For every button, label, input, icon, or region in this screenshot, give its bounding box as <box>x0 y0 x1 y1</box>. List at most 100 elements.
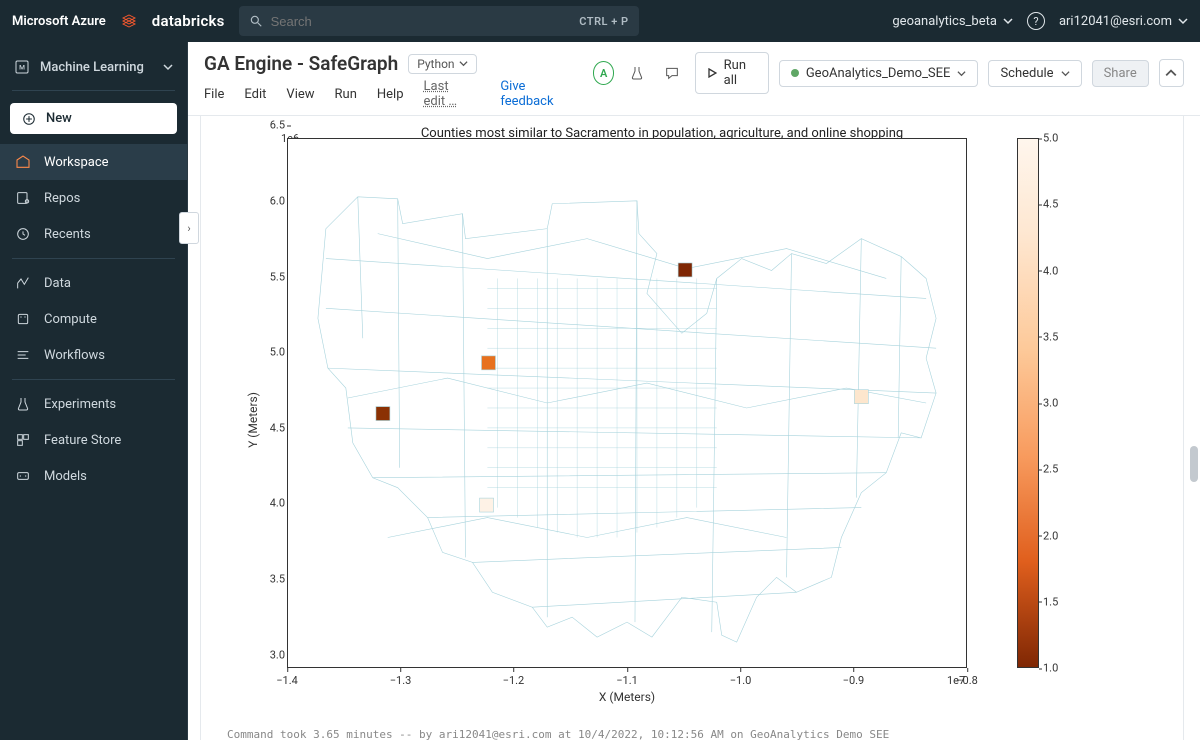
cb-tick: 4.5 <box>1043 198 1058 211</box>
menu-edit[interactable]: Edit <box>244 87 266 102</box>
data-icon <box>14 274 32 292</box>
highlighted-county <box>480 498 494 512</box>
experiments-icon <box>14 395 32 413</box>
repos-icon <box>14 189 32 207</box>
top-header: Microsoft Azure databricks CTRL + P geoa… <box>0 0 1200 42</box>
menu-run[interactable]: Run <box>335 87 357 102</box>
collapse-header-button[interactable] <box>1159 59 1184 87</box>
search-hint: CTRL + P <box>579 15 628 28</box>
share-button[interactable]: Share <box>1092 60 1149 87</box>
svg-text:M: M <box>19 64 25 72</box>
last-edit-link[interactable]: Last edit … <box>424 79 473 109</box>
colorbar-gradient <box>1017 138 1039 668</box>
models-icon <box>14 467 32 485</box>
sidebar-item-models[interactable]: Models <box>0 458 187 494</box>
menu-view[interactable]: View <box>286 87 314 102</box>
scrollbar-thumb[interactable] <box>1190 446 1198 482</box>
sidebar-item-data[interactable]: Data <box>0 265 187 301</box>
y-tick: 5.5 <box>247 270 285 283</box>
notebook-title[interactable]: GA Engine - SafeGraph <box>204 52 398 75</box>
y-tick: 4.0 <box>247 497 285 510</box>
chevron-down-icon <box>163 62 173 72</box>
run-all-button[interactable]: Run all <box>695 52 769 94</box>
workspace-name: geoanalytics_beta <box>892 14 997 29</box>
sidebar-item-workflows[interactable]: Workflows <box>0 337 187 373</box>
y-tick: 3.0 <box>247 649 285 662</box>
y-tick: 6.0 <box>247 194 285 207</box>
cb-tick: 3.0 <box>1043 397 1058 410</box>
comments-icon-button[interactable] <box>660 59 685 87</box>
cb-tick: 4.0 <box>1043 264 1058 277</box>
command-footer: Command took 3.65 minutes -- by ari12041… <box>209 720 1179 740</box>
x-tick: −1.2 <box>503 674 525 687</box>
us-counties-map <box>288 139 966 667</box>
sidebar-item-repos[interactable]: Repos <box>0 180 187 216</box>
language-selector[interactable]: Python <box>408 54 476 74</box>
search-icon <box>249 14 263 28</box>
cb-tick: 1.0 <box>1043 662 1058 675</box>
colorbar: 1.0 1.5 2.0 2.5 3.0 3.5 4.0 4.5 5.0 <box>1017 138 1077 668</box>
sidebar-item-feature-store[interactable]: Feature Store <box>0 422 187 458</box>
x-ticks: −1.4 −1.3 −1.2 −1.1 −1.0 −0.9 −0.8 <box>287 668 967 688</box>
plus-icon <box>22 112 36 126</box>
cluster-name: GeoAnalytics_Demo_SEE <box>806 66 951 81</box>
presence-avatar[interactable]: A <box>593 61 615 85</box>
chevron-down-icon <box>1178 16 1188 26</box>
language-label: Python <box>417 57 454 71</box>
cb-tick: 5.0 <box>1043 132 1058 145</box>
sidebar-item-label: Workflows <box>44 348 105 363</box>
sidebar-item-compute[interactable]: Compute <box>0 301 187 337</box>
persona-switcher[interactable]: M Machine Learning <box>0 50 187 84</box>
search-input[interactable] <box>271 14 572 29</box>
sidebar-item-recents[interactable]: Recents <box>0 216 187 252</box>
play-icon <box>707 68 717 78</box>
new-button[interactable]: New <box>10 103 177 134</box>
menu-file[interactable]: File <box>204 87 224 102</box>
databricks-logo-icon <box>120 12 138 30</box>
cell-output: 1e6 Counties most similar to Sacramento … <box>200 116 1184 740</box>
cb-tick: 1.5 <box>1043 595 1058 608</box>
compute-icon <box>14 310 32 328</box>
notebook-header: GA Engine - SafeGraph Python File Edit V… <box>188 42 1200 116</box>
y-tick: 5.0 <box>247 346 285 359</box>
user-menu[interactable]: ari12041@esri.com <box>1059 14 1188 29</box>
notebook-output-area: 1e6 Counties most similar to Sacramento … <box>188 116 1200 740</box>
brand-azure: Microsoft Azure <box>12 14 106 29</box>
highlighted-county <box>482 356 496 370</box>
chevron-down-icon <box>1003 16 1013 26</box>
sidebar-item-label: Experiments <box>44 397 116 412</box>
highlighted-county <box>854 390 868 404</box>
sidebar-item-label: Repos <box>44 191 80 206</box>
y-tick: 3.5 <box>247 573 285 586</box>
brand-databricks: databricks <box>152 12 225 30</box>
sidebar-item-label: Data <box>44 276 71 291</box>
sidebar-item-workspace[interactable]: Workspace <box>0 144 187 180</box>
highlighted-county <box>678 263 692 277</box>
x-tick: −1.1 <box>616 674 638 687</box>
workflows-icon <box>14 346 32 364</box>
new-label: New <box>46 111 72 126</box>
feedback-link[interactable]: Give feedback <box>500 79 564 109</box>
menu-help[interactable]: Help <box>377 87 404 102</box>
x-tick: −1.4 <box>276 674 298 687</box>
global-search[interactable]: CTRL + P <box>239 6 639 36</box>
sidebar-item-experiments[interactable]: Experiments <box>0 386 187 422</box>
experiment-icon-button[interactable] <box>624 59 649 87</box>
x-tick: −1.3 <box>390 674 412 687</box>
share-label: Share <box>1104 66 1137 81</box>
cb-tick: 3.5 <box>1043 330 1058 343</box>
x-tick: −0.9 <box>843 674 865 687</box>
sidebar-expand-handle[interactable]: › <box>179 212 199 244</box>
help-icon[interactable]: ? <box>1027 12 1045 30</box>
ml-persona-icon: M <box>14 59 30 75</box>
sidebar-item-label: Workspace <box>44 155 109 170</box>
cluster-selector[interactable]: GeoAnalytics_Demo_SEE <box>779 60 979 87</box>
sidebar-item-label: Recents <box>44 227 91 242</box>
y-axis-label: Y (Meters) <box>246 392 260 448</box>
schedule-label: Schedule <box>1000 66 1053 81</box>
sidebar-item-label: Models <box>44 469 87 484</box>
schedule-button[interactable]: Schedule <box>988 60 1081 87</box>
chevron-down-icon <box>957 69 966 78</box>
workspace-switcher[interactable]: geoanalytics_beta <box>892 14 1013 29</box>
chevron-down-icon <box>1061 69 1070 78</box>
